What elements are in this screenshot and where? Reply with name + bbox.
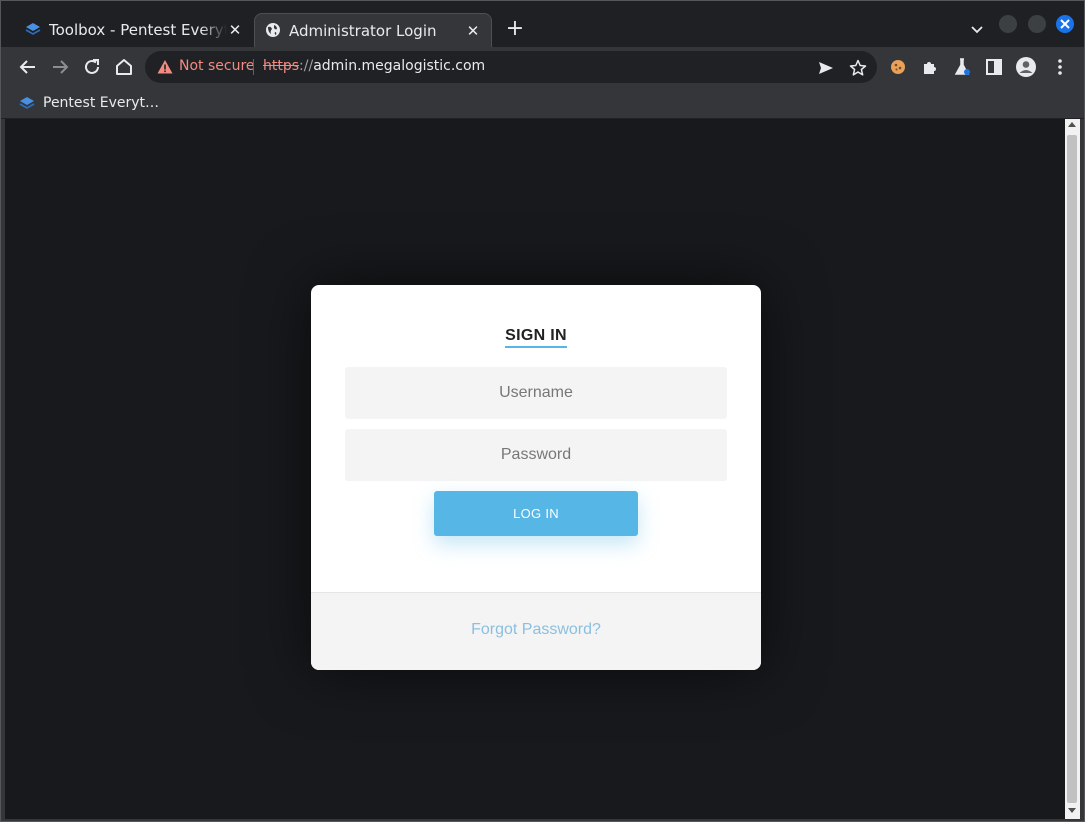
browser-window: Toolbox - Pentest Everything ✕ Administr… [0,0,1085,822]
menu-dots-icon[interactable] [1049,56,1071,78]
bookmarks-bar: Pentest Everyt… [1,87,1084,119]
puzzle-icon[interactable] [919,56,941,78]
username-input[interactable] [345,367,727,419]
close-icon[interactable]: ✕ [227,21,243,39]
minimize-button[interactable] [999,15,1017,33]
tab-strip: Toolbox - Pentest Everything ✕ Administr… [1,1,1084,47]
close-icon[interactable]: ✕ [465,22,481,40]
home-icon[interactable] [113,56,135,78]
card-footer: Forgot Password? [311,592,761,670]
divider [253,59,254,75]
layers-icon [25,23,41,35]
back-arrow-icon[interactable] [17,56,39,78]
tab-admin-login[interactable]: Administrator Login ✕ [254,13,492,47]
star-icon[interactable] [849,59,867,77]
bookmark-label: Pentest Everyt… [43,95,160,111]
chevron-down-icon[interactable] [967,19,987,39]
scroll-down-arrow[interactable] [1068,808,1076,813]
profile-avatar-icon[interactable] [1015,56,1037,78]
layers-icon [19,97,35,109]
side-panel-icon[interactable] [983,56,1005,78]
close-icon [1060,19,1070,29]
vertical-scrollbar[interactable] [1065,119,1080,819]
reload-icon[interactable] [81,56,103,78]
scroll-up-arrow[interactable] [1068,122,1076,127]
tab-title: Administrator Login [289,21,437,40]
sign-in-heading: SIGN IN [311,327,761,348]
send-icon[interactable] [817,59,835,77]
url-text[interactable]: https://admin.megalogistic.com [263,58,485,74]
heading-text: SIGN IN [505,327,567,348]
scroll-thumb[interactable] [1067,135,1077,803]
new-tab-button[interactable]: + [503,17,527,41]
security-status[interactable]: Not secure [179,58,255,74]
url-separator: :// [299,58,314,74]
page-viewport: SIGN IN LOG IN Forgot Password? [5,119,1065,819]
address-bar[interactable]: Not secure https://admin.megalogistic.co… [145,51,877,83]
window-close-button[interactable] [1056,15,1074,33]
password-input[interactable] [345,429,727,481]
tab-toolbox[interactable]: Toolbox - Pentest Everything ✕ [7,13,253,47]
warning-icon[interactable] [157,59,173,75]
login-button[interactable]: LOG IN [434,491,638,536]
login-card: SIGN IN LOG IN Forgot Password? [311,285,761,670]
tab-title: Toolbox - Pentest Everything [49,21,227,39]
cookie-extension-icon[interactable] [887,56,909,78]
forward-arrow-icon[interactable] [49,56,71,78]
forgot-password-link[interactable]: Forgot Password? [311,621,761,639]
url-host: admin.megalogistic.com [313,58,486,74]
bookmark-pentest[interactable]: Pentest Everyt… [19,91,159,115]
browser-toolbar: Not secure https://admin.megalogistic.co… [1,47,1084,87]
url-scheme: https [263,58,300,74]
globe-icon [266,23,280,37]
flask-icon[interactable] [951,56,973,78]
maximize-button[interactable] [1028,15,1046,33]
